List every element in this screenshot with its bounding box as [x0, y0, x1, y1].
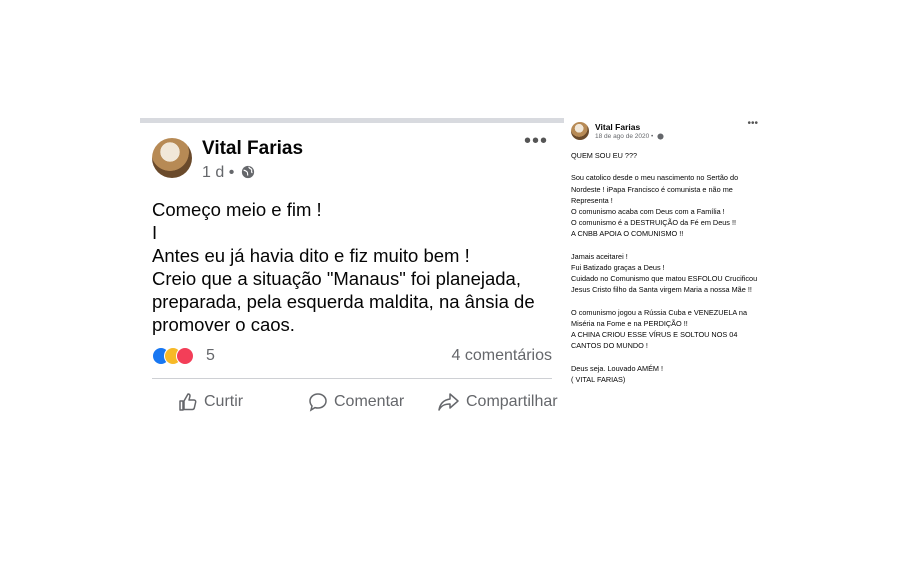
- left-post-card: Vital Farias 1 d • ••• Começo meio e fim…: [140, 118, 564, 428]
- right-post-card: Vital Farias 18 de ago de 2020 • ••• QUE…: [565, 118, 770, 418]
- post-text: QUEM SOU EU ??? Sou catolico desde o meu…: [571, 151, 758, 385]
- more-options-icon[interactable]: •••: [524, 130, 548, 153]
- share-icon: [438, 393, 459, 411]
- post-meta[interactable]: 1 d •: [202, 164, 255, 182]
- post-date-text[interactable]: 18 de ago de 2020 •: [595, 133, 653, 140]
- comment-button[interactable]: Comentar: [308, 392, 404, 412]
- share-button[interactable]: Compartilhar: [438, 392, 558, 412]
- like-button[interactable]: Curtir: [178, 392, 243, 412]
- reaction-count: 5: [206, 347, 215, 364]
- thumbs-up-icon: [179, 393, 197, 411]
- comments-count-link[interactable]: 4 comentários: [452, 347, 553, 365]
- author-name[interactable]: Vital Farias: [202, 138, 303, 160]
- love-reaction-icon: [176, 347, 194, 365]
- globe-icon: [241, 165, 254, 179]
- author-name[interactable]: Vital Farias: [595, 122, 640, 132]
- card-top-border: [140, 118, 564, 123]
- post-date[interactable]: 18 de ago de 2020 •: [595, 133, 664, 140]
- comment-icon: [309, 393, 327, 412]
- avatar[interactable]: [571, 122, 589, 140]
- comment-label: Comentar: [334, 393, 405, 410]
- divider: [152, 378, 552, 379]
- share-label: Compartilhar: [466, 393, 558, 410]
- like-label: Curtir: [204, 393, 244, 410]
- globe-icon: [657, 133, 664, 140]
- post-text: Começo meio e fim ! I Antes eu já havia …: [152, 199, 535, 335]
- action-bar: Curtir Comentar Compartilhar: [140, 392, 564, 416]
- avatar[interactable]: [152, 138, 192, 178]
- more-options-icon[interactable]: •••: [747, 118, 758, 129]
- post-time[interactable]: 1 d •: [202, 164, 234, 181]
